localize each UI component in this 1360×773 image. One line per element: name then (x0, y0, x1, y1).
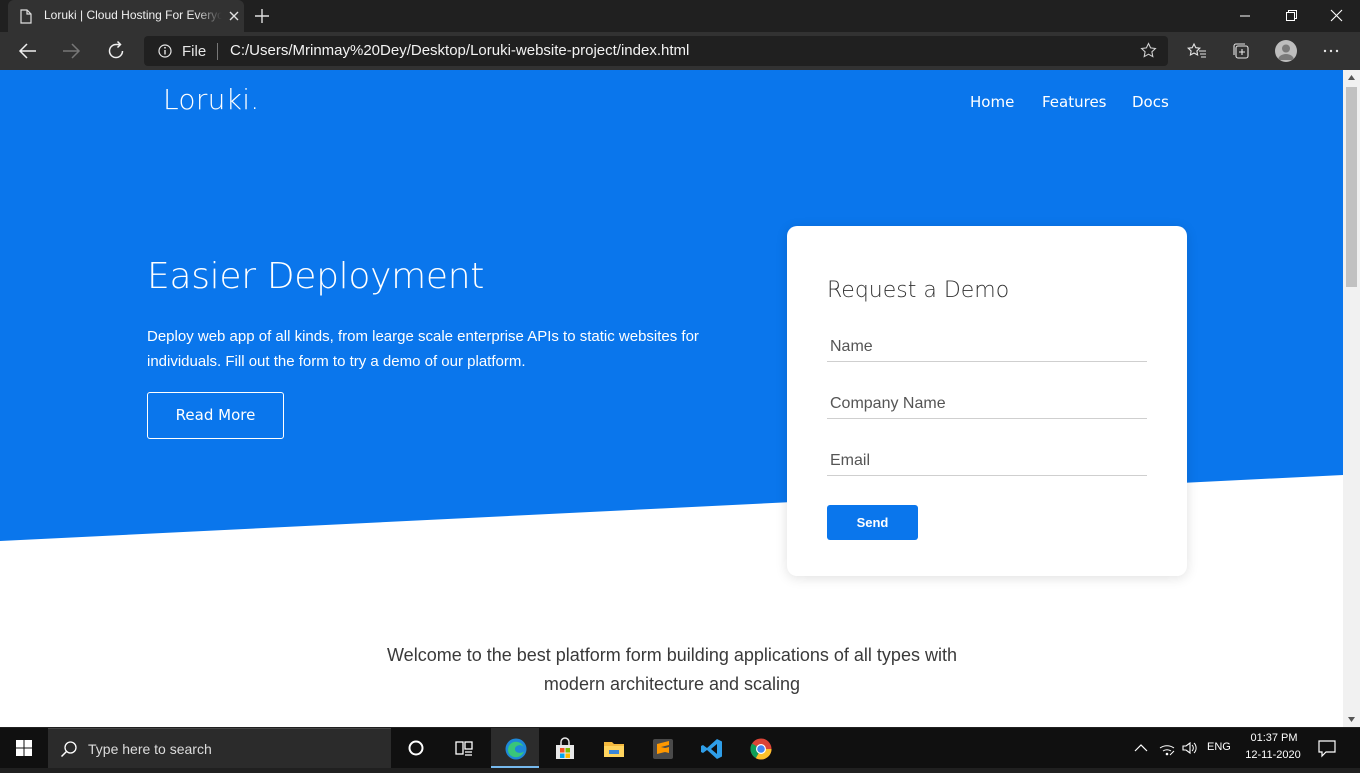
nav-link-home[interactable]: Home (970, 93, 1014, 111)
favorite-star-icon[interactable] (1140, 42, 1157, 59)
close-icon (1330, 9, 1343, 22)
name-input[interactable] (827, 332, 1147, 362)
chevron-up-icon[interactable] (1134, 742, 1148, 754)
notification-icon[interactable] (1317, 738, 1337, 758)
email-input[interactable] (827, 446, 1147, 476)
new-tab-icon[interactable] (253, 7, 271, 25)
chrome-icon (750, 738, 772, 760)
task-view-button[interactable] (440, 728, 488, 768)
windows-taskbar: Type here to search ENG 01:37 PM 12-11-2… (0, 728, 1360, 768)
nav-link-docs[interactable]: Docs (1132, 93, 1169, 111)
taskbar-app-file-explorer[interactable] (589, 728, 637, 768)
restore-icon (1286, 10, 1297, 21)
wifi-icon[interactable] (1158, 740, 1176, 756)
welcome-text: Welcome to the best platform form buildi… (387, 645, 957, 694)
scroll-thumb[interactable] (1346, 87, 1357, 287)
back-arrow-icon[interactable] (17, 40, 39, 62)
windows-logo-icon (16, 740, 32, 756)
send-button[interactable]: Send (827, 505, 918, 540)
hero-description: Deploy web app of all kinds, from learge… (147, 328, 699, 370)
close-window-button[interactable] (1313, 0, 1359, 32)
browser-tab-strip: Loruki | Cloud Hosting For Everyone (0, 0, 1360, 32)
search-icon (60, 741, 77, 758)
profile-icon (1278, 44, 1294, 60)
volume-icon[interactable] (1181, 740, 1199, 756)
sublime-text-icon (653, 739, 673, 759)
taskbar-app-vscode[interactable] (687, 728, 735, 768)
address-bar[interactable]: File C:/Users/Mrinmay%20Dey/Desktop/Loru… (144, 36, 1168, 66)
company-name-input[interactable] (827, 389, 1147, 419)
tab-title: Loruki | Cloud Hosting For Everyone (44, 8, 222, 22)
site-logo[interactable]: Loruki. (163, 83, 260, 116)
favorites-icon[interactable] (1187, 41, 1207, 61)
collections-icon[interactable] (1231, 41, 1251, 61)
url-text[interactable]: C:/Users/Mrinmay%20Dey/Desktop/Loruki-we… (230, 42, 689, 59)
address-divider (217, 43, 218, 60)
forward-arrow-icon[interactable] (60, 40, 82, 62)
input-language[interactable]: ENG (1207, 741, 1231, 753)
vscode-icon (701, 739, 722, 759)
search-placeholder: Type here to search (88, 741, 212, 757)
read-more-button[interactable]: Read More (147, 392, 284, 439)
browser-toolbar: File C:/Users/Mrinmay%20Dey/Desktop/Loru… (0, 32, 1360, 70)
restore-button[interactable] (1268, 0, 1314, 32)
clock-time[interactable]: 01:37 PM (1245, 732, 1303, 744)
more-options-icon[interactable] (1321, 41, 1341, 61)
clock-date[interactable]: 12-11-2020 (1243, 749, 1303, 761)
scroll-down-icon[interactable] (1348, 717, 1355, 722)
page-icon (20, 9, 32, 24)
nav-link-features[interactable]: Features (1042, 93, 1107, 111)
store-icon (556, 737, 574, 759)
taskbar-app-store[interactable] (540, 728, 588, 768)
cortana-button[interactable] (392, 728, 440, 768)
folder-icon (604, 742, 624, 757)
browser-tab[interactable]: Loruki | Cloud Hosting For Everyone (8, 0, 244, 32)
request-demo-card: Request a Demo Send (787, 226, 1187, 576)
minimize-icon (1240, 15, 1250, 17)
demo-form-title: Request a Demo (827, 278, 1010, 303)
info-icon[interactable] (158, 44, 172, 58)
close-tab-icon[interactable] (226, 8, 242, 24)
scroll-up-icon[interactable] (1348, 75, 1355, 80)
taskbar-search-box[interactable]: Type here to search (48, 728, 391, 768)
cortana-icon (408, 740, 424, 756)
hero-title: Easier Deployment (147, 256, 485, 297)
minimize-button[interactable] (1222, 0, 1268, 32)
start-button[interactable] (0, 728, 48, 768)
page-viewport: Loruki. Home Features Docs Easier Deploy… (0, 70, 1343, 727)
taskbar-app-sublime-text[interactable] (638, 728, 686, 768)
page-scrollbar[interactable] (1343, 70, 1360, 727)
taskbar-app-edge[interactable] (491, 728, 539, 768)
reload-icon[interactable] (105, 40, 127, 62)
profile-avatar[interactable] (1275, 40, 1297, 62)
taskbar-app-chrome[interactable] (736, 728, 784, 768)
edge-icon (505, 738, 527, 760)
address-scheme: File (182, 43, 207, 60)
task-view-icon (455, 741, 473, 756)
